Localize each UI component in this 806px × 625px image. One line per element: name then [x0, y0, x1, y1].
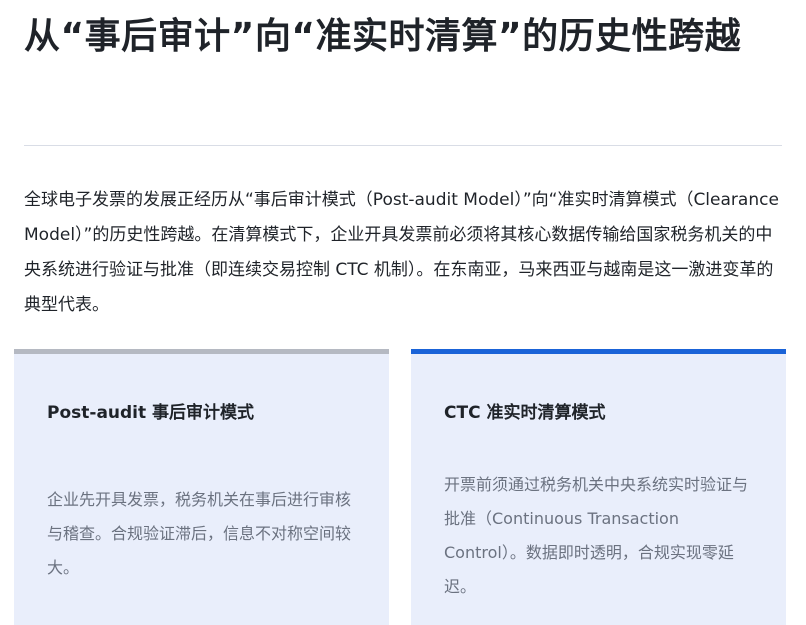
post-audit-card: Post-audit 事后审计模式 企业先开具发票，税务机关在事后进行审核与稽查… [14, 349, 389, 625]
ctc-card-body: 开票前须通过税务机关中央系统实时验证与批准（Continuous Transac… [444, 475, 749, 596]
post-audit-card-body: 企业先开具发票，税务机关在事后进行审核与稽查。合规验证滞后，信息不对称空间较大。 [47, 490, 352, 577]
title-divider [24, 145, 782, 146]
ctc-card: CTC 准实时清算模式 开票前须通过税务机关中央系统实时验证与批准（Contin… [411, 349, 786, 625]
intro-paragraph: 全球电子发票的发展正经历从“事后审计模式（Post-audit Model）”向… [24, 190, 779, 315]
page-title: 从“事后审计”向“准实时清算”的历史性跨越 [24, 16, 742, 57]
page: 从“事后审计”向“准实时清算”的历史性跨越 全球电子发票的发展正经历从“事后审计… [0, 0, 806, 625]
ctc-card-title: CTC 准实时清算模式 [444, 403, 606, 423]
post-audit-card-title: Post-audit 事后审计模式 [47, 403, 255, 423]
